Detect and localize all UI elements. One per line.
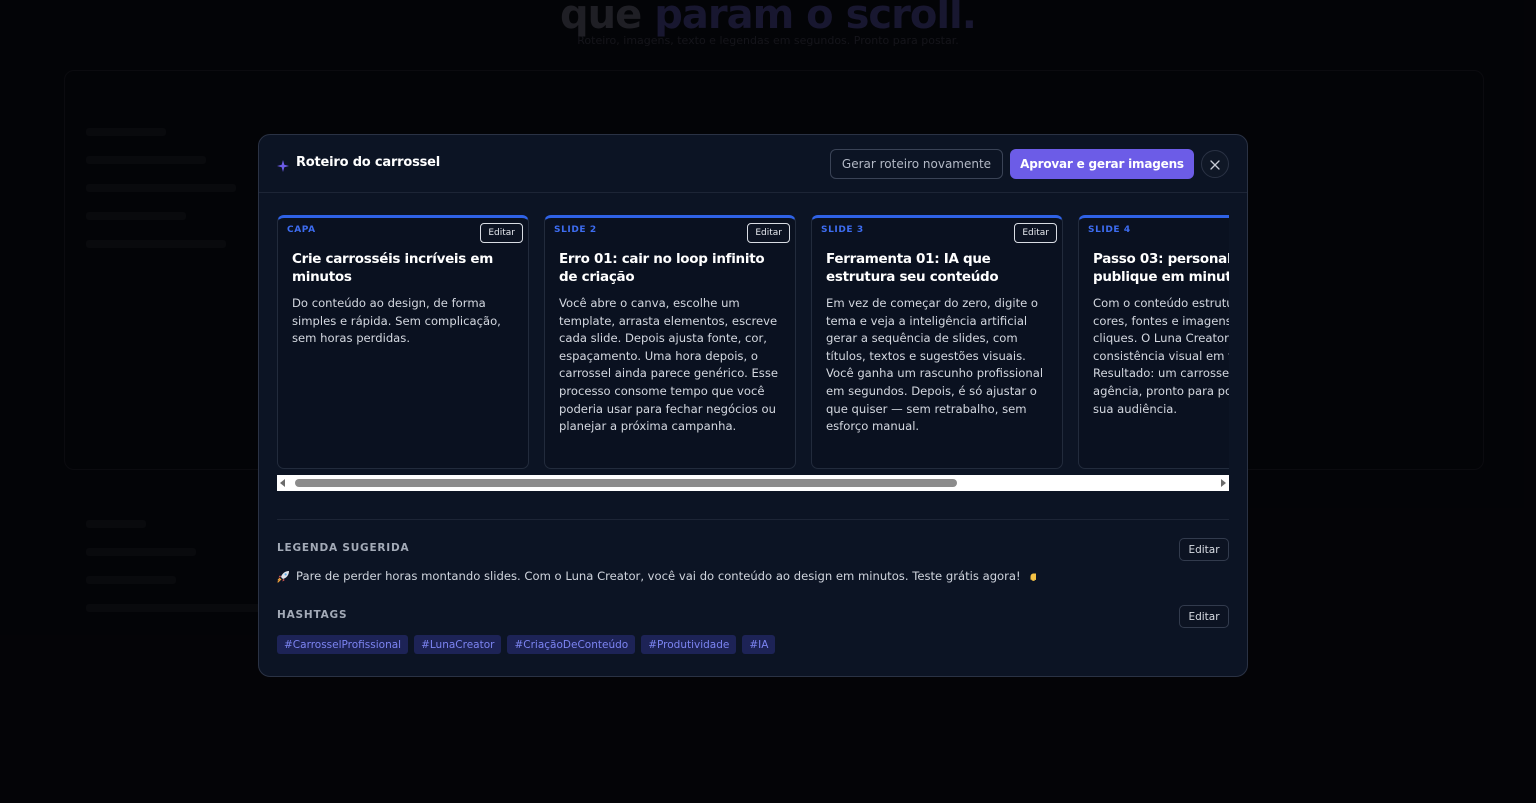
hashtag-chip: #CarrosselProfissional	[277, 635, 409, 654]
slide-body: Em vez de começar do zero, digite o tema…	[826, 296, 1044, 434]
horizontal-scrollbar[interactable]	[277, 475, 1229, 491]
hashtag-chip: #CriaçãoDeConteúdo	[507, 635, 636, 654]
background-form-lines-lower	[86, 520, 286, 632]
hashtag-chip: #LunaCreator	[414, 635, 502, 654]
pointing-down-hand-icon	[1027, 570, 1039, 583]
slides-scroll-area[interactable]: CAPA Editar Crie carrosséis incríveis em…	[277, 215, 1229, 469]
hero-subtitle: Roteiro, imagens, texto e legendas em se…	[577, 34, 959, 47]
modal-title-wrap: Roteiro do carrossel	[277, 155, 441, 172]
slide-tag: SLIDE 4	[1088, 225, 1131, 235]
hashtag-list: #CarrosselProfissional #LunaCreator #Cri…	[277, 635, 776, 654]
edit-caption-button[interactable]: Editar	[1179, 538, 1229, 561]
slide-card-cover: CAPA Editar Crie carrosséis incríveis em…	[277, 215, 529, 469]
scroll-right-arrow-icon[interactable]	[1221, 479, 1226, 487]
hero-prefix: que	[560, 0, 642, 38]
scroll-left-arrow-icon[interactable]	[280, 479, 285, 487]
background-form-lines	[86, 128, 246, 268]
suggested-caption: Pare de perder horas montando slides. Co…	[277, 569, 1039, 583]
edit-slide-button[interactable]: Editar	[1014, 223, 1057, 243]
hashtag-chip: #IA	[742, 635, 776, 654]
hashtag-chip: #Produtividade	[641, 635, 737, 654]
close-modal-button[interactable]	[1201, 150, 1229, 178]
close-icon	[1210, 155, 1220, 174]
slide-tag: CAPA	[287, 225, 316, 235]
sparkle-icon	[277, 157, 289, 172]
regenerate-script-button[interactable]: Gerar roteiro novamente	[830, 149, 1003, 179]
slide-title: Crie carrosséis incríveis em minutos	[292, 251, 494, 285]
slide-tag: SLIDE 3	[821, 225, 864, 235]
slide-tag: SLIDE 2	[554, 225, 597, 235]
hero-highlight: param o scroll.	[654, 0, 977, 38]
slide-body: Do conteúdo ao design, de forma simples …	[292, 296, 501, 346]
edit-hashtags-button[interactable]: Editar	[1179, 605, 1229, 628]
carousel-script-modal: Roteiro do carrossel Gerar roteiro novam…	[258, 134, 1248, 677]
slide-title: Erro 01: cair no loop infinito de criaçã…	[559, 251, 765, 285]
slide-body: Você abre o canva, escolhe um template, …	[559, 296, 779, 434]
slides-track: CAPA Editar Crie carrosséis incríveis em…	[277, 215, 1229, 469]
edit-slide-button[interactable]: Editar	[747, 223, 790, 243]
slide-title: Passo 03: personalize e publique em minu…	[1093, 251, 1229, 285]
approve-generate-images-button[interactable]: Aprovar e gerar imagens	[1010, 149, 1194, 179]
hashtags-section-label: HASHTAGS	[277, 609, 348, 621]
slide-title: Ferramenta 01: IA que estrutura seu cont…	[826, 251, 999, 285]
slide-card-2: SLIDE 2 Editar Erro 01: cair no loop inf…	[544, 215, 796, 469]
slide-body: Com o conteúdo estruturado, ajusta cores…	[1093, 296, 1229, 416]
rocket-icon	[277, 570, 290, 583]
background-hero: que param o scroll.	[0, 0, 1536, 38]
modal-header: Roteiro do carrossel Gerar roteiro novam…	[259, 135, 1247, 193]
caption-section-label: LEGENDA SUGERIDA	[277, 542, 410, 554]
edit-slide-button[interactable]: Editar	[480, 223, 523, 243]
modal-title: Roteiro do carrossel	[296, 155, 441, 170]
slide-card-4: SLIDE 4 Editar Passo 03: personalize e p…	[1078, 215, 1229, 469]
caption-text: Pare de perder horas montando slides. Co…	[296, 569, 1021, 583]
slide-card-3: SLIDE 3 Editar Ferramenta 01: IA que est…	[811, 215, 1063, 469]
section-divider	[277, 519, 1229, 520]
scrollbar-thumb[interactable]	[295, 479, 957, 487]
